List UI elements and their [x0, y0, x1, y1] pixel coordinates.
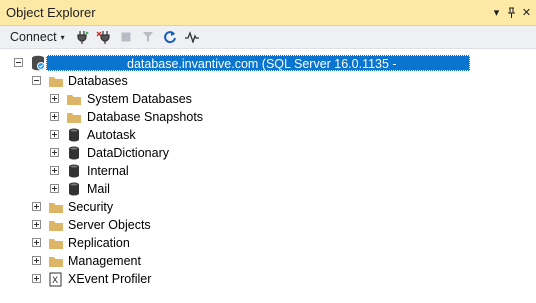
expand-icon[interactable]: [50, 184, 59, 193]
folder-icon: [66, 91, 82, 107]
xevent-icon: X: [48, 271, 64, 287]
folder-icon: [48, 199, 64, 215]
tree-node-server[interactable]: database.invantive.com (SQL Server 16.0.…: [0, 54, 536, 72]
svg-text:X: X: [52, 276, 58, 286]
tree-node-label: Internal: [87, 164, 129, 178]
connect-button[interactable]: Connect ▾: [0, 27, 71, 47]
refresh-icon[interactable]: [159, 27, 181, 47]
disconnect-plug-icon[interactable]: [93, 27, 115, 47]
folder-icon: [48, 73, 64, 89]
expand-icon[interactable]: [32, 202, 41, 211]
folder-icon: [66, 109, 82, 125]
expand-icon[interactable]: [50, 166, 59, 175]
expand-icon[interactable]: [32, 274, 41, 283]
databases-label: Databases: [68, 74, 128, 88]
server-icon: [30, 55, 46, 71]
expand-icon[interactable]: [32, 256, 41, 265]
stop-icon[interactable]: [115, 27, 137, 47]
tree-node-label: Autotask: [87, 128, 136, 142]
collapse-icon[interactable]: [14, 58, 23, 67]
activity-monitor-icon[interactable]: [181, 27, 203, 47]
redacted-server-prefix: [51, 56, 127, 68]
tree-node-label: Replication: [68, 236, 130, 250]
database-icon: [66, 127, 82, 143]
database-icon: [66, 181, 82, 197]
folder-icon: [48, 217, 64, 233]
connect-label: Connect: [10, 30, 57, 44]
auto-hide-pin-icon[interactable]: [504, 3, 519, 23]
expand-icon[interactable]: [50, 112, 59, 121]
collapse-icon[interactable]: [32, 76, 41, 85]
connect-plug-icon[interactable]: [71, 27, 93, 47]
server-label: database.invantive.com (SQL Server 16.0.…: [46, 55, 517, 71]
tree-node-label: XEvent Profiler: [68, 272, 152, 286]
expand-icon[interactable]: [50, 94, 59, 103]
tree-node-label: Database Snapshots: [87, 110, 204, 124]
window-position-dropdown-icon[interactable]: ▾: [489, 3, 504, 23]
object-explorer-toolbar: Connect ▾: [0, 26, 536, 49]
tree-node-label: System Databases: [87, 92, 192, 106]
filter-icon[interactable]: [137, 27, 159, 47]
expand-icon[interactable]: [50, 148, 59, 157]
expand-icon[interactable]: [50, 130, 59, 139]
folder-icon: [48, 253, 64, 269]
close-icon[interactable]: ✕: [519, 3, 534, 23]
tree-node-label: Management: [68, 254, 141, 268]
database-icon: [66, 163, 82, 179]
expand-icon[interactable]: [32, 238, 41, 247]
tree-node-label: Mail: [87, 182, 110, 196]
object-explorer-titlebar: Object Explorer ▾ ✕: [0, 0, 536, 26]
expand-icon[interactable]: [32, 220, 41, 229]
chevron-down-icon: ▾: [60, 32, 65, 42]
panel-title: Object Explorer: [6, 5, 96, 20]
tree-node-label: Server Objects: [68, 218, 151, 232]
database-icon: [66, 145, 82, 161]
folder-icon: [48, 235, 64, 251]
tree-node-label: Security: [68, 200, 114, 214]
tree-node-label: DataDictionary: [87, 146, 169, 160]
